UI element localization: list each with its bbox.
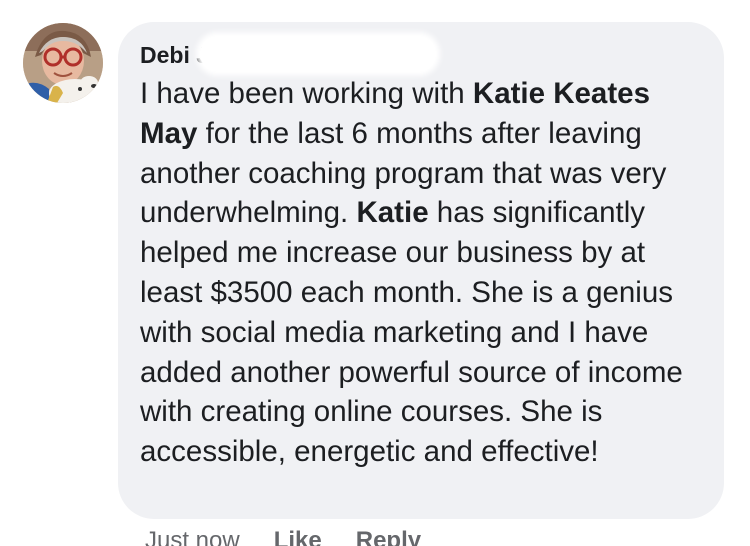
comment-text: I have been working with Katie Keates Ma… xyxy=(140,74,715,472)
comment-bubble: Debi J I have been working with Katie Ke… xyxy=(118,22,724,519)
comment-screen: Debi J I have been working with Katie Ke… xyxy=(0,0,750,546)
comment-text-segment: I have been working with xyxy=(140,77,473,110)
comment-author-name[interactable]: Debi J xyxy=(140,42,209,69)
comment-actions: Just now Like Reply xyxy=(145,527,455,546)
avatar[interactable] xyxy=(23,23,103,103)
reply-button[interactable]: Reply xyxy=(356,527,421,546)
comment-timestamp[interactable]: Just now xyxy=(145,527,240,546)
profile-photo-icon xyxy=(23,23,103,103)
comment-text-segment: has significantly helped me increase our… xyxy=(140,196,683,469)
tagged-name-katie[interactable]: Katie xyxy=(356,196,428,229)
name-redaction xyxy=(200,36,436,72)
like-button[interactable]: Like xyxy=(274,527,322,546)
